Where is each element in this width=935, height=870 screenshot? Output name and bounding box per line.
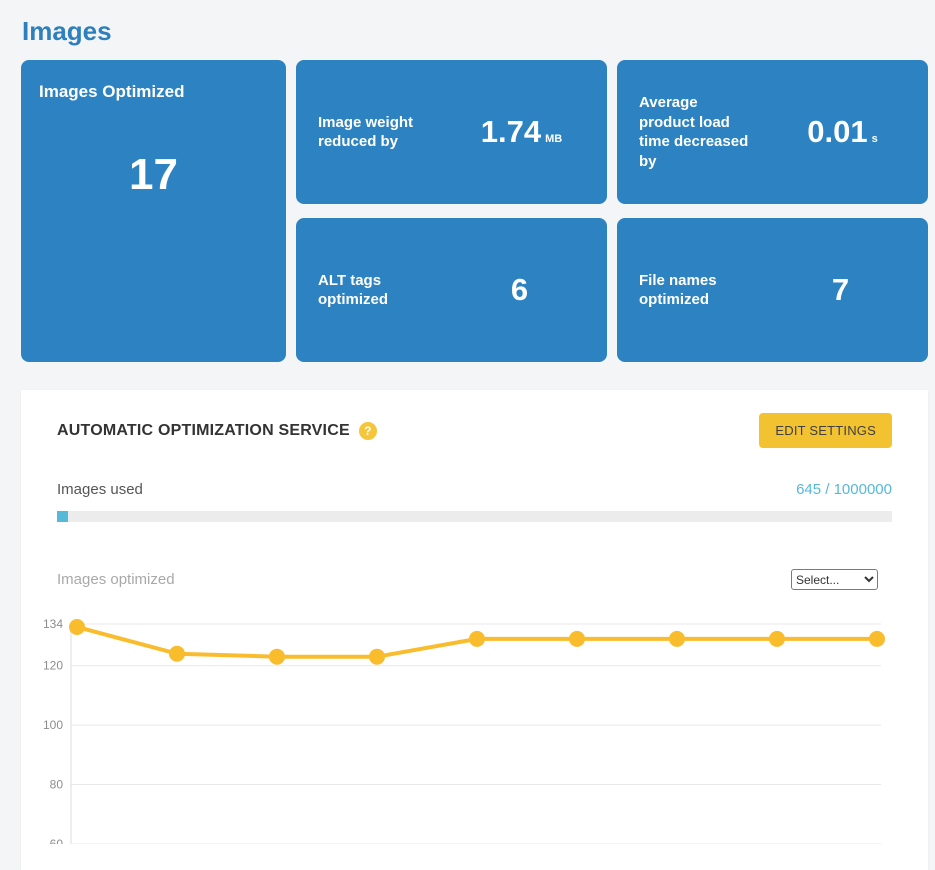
stat-label: File names optimized (617, 271, 757, 310)
svg-text:60: 60 (50, 837, 64, 844)
stat-value: 6 (436, 272, 607, 308)
stat-value: 0.01s (757, 114, 928, 150)
stat-label: Image weight reduced by (296, 113, 436, 152)
panel-header: AUTOMATIC OPTIMIZATION SERVICE ? EDIT SE… (57, 413, 892, 448)
svg-text:134: 134 (43, 617, 63, 631)
images-used-count: 645 / 1000000 (796, 481, 892, 498)
usage-progress-bar (57, 511, 892, 522)
stat-card-images-optimized: Images Optimized 17 (21, 60, 286, 362)
optimization-service-panel: AUTOMATIC OPTIMIZATION SERVICE ? EDIT SE… (21, 390, 928, 870)
images-used-label: Images used (57, 481, 143, 498)
stat-label: ALT tags optimized (296, 271, 436, 310)
help-icon[interactable]: ? (359, 422, 377, 440)
stat-label: Average product load time decreased by (617, 93, 757, 171)
page-title: Images (0, 0, 935, 60)
svg-text:100: 100 (43, 718, 63, 732)
period-select[interactable]: Select... (791, 569, 878, 590)
usage-progress-fill (57, 511, 68, 522)
stats-right-column: Average product load time decreased by 0… (617, 60, 928, 362)
stat-card-load-time: Average product load time decreased by 0… (617, 60, 928, 204)
svg-text:120: 120 (43, 659, 63, 673)
stat-value: 17 (39, 150, 268, 200)
stats-cards: Images Optimized 17 Image weight reduced… (21, 60, 928, 362)
svg-text:80: 80 (50, 778, 64, 792)
stat-unit: s (872, 133, 878, 145)
stats-middle-column: Image weight reduced by 1.74MB ALT tags … (296, 60, 607, 362)
stat-label: Images Optimized (39, 82, 268, 102)
stat-value: 7 (757, 272, 928, 308)
stat-card-image-weight: Image weight reduced by 1.74MB (296, 60, 607, 204)
chart-header: Images optimized Select... (57, 569, 892, 590)
images-used-row: Images used 645 / 1000000 (57, 481, 892, 498)
stat-card-alt-tags: ALT tags optimized 6 (296, 218, 607, 362)
stat-unit: MB (545, 133, 562, 145)
images-optimized-label: Images optimized (57, 571, 175, 588)
panel-title: AUTOMATIC OPTIMIZATION SERVICE (57, 422, 350, 440)
images-optimized-chart: 134 120 100 80 60 (41, 609, 921, 844)
stat-card-file-names: File names optimized 7 (617, 218, 928, 362)
edit-settings-button[interactable]: EDIT SETTINGS (759, 413, 892, 448)
stat-value: 1.74MB (436, 114, 607, 150)
